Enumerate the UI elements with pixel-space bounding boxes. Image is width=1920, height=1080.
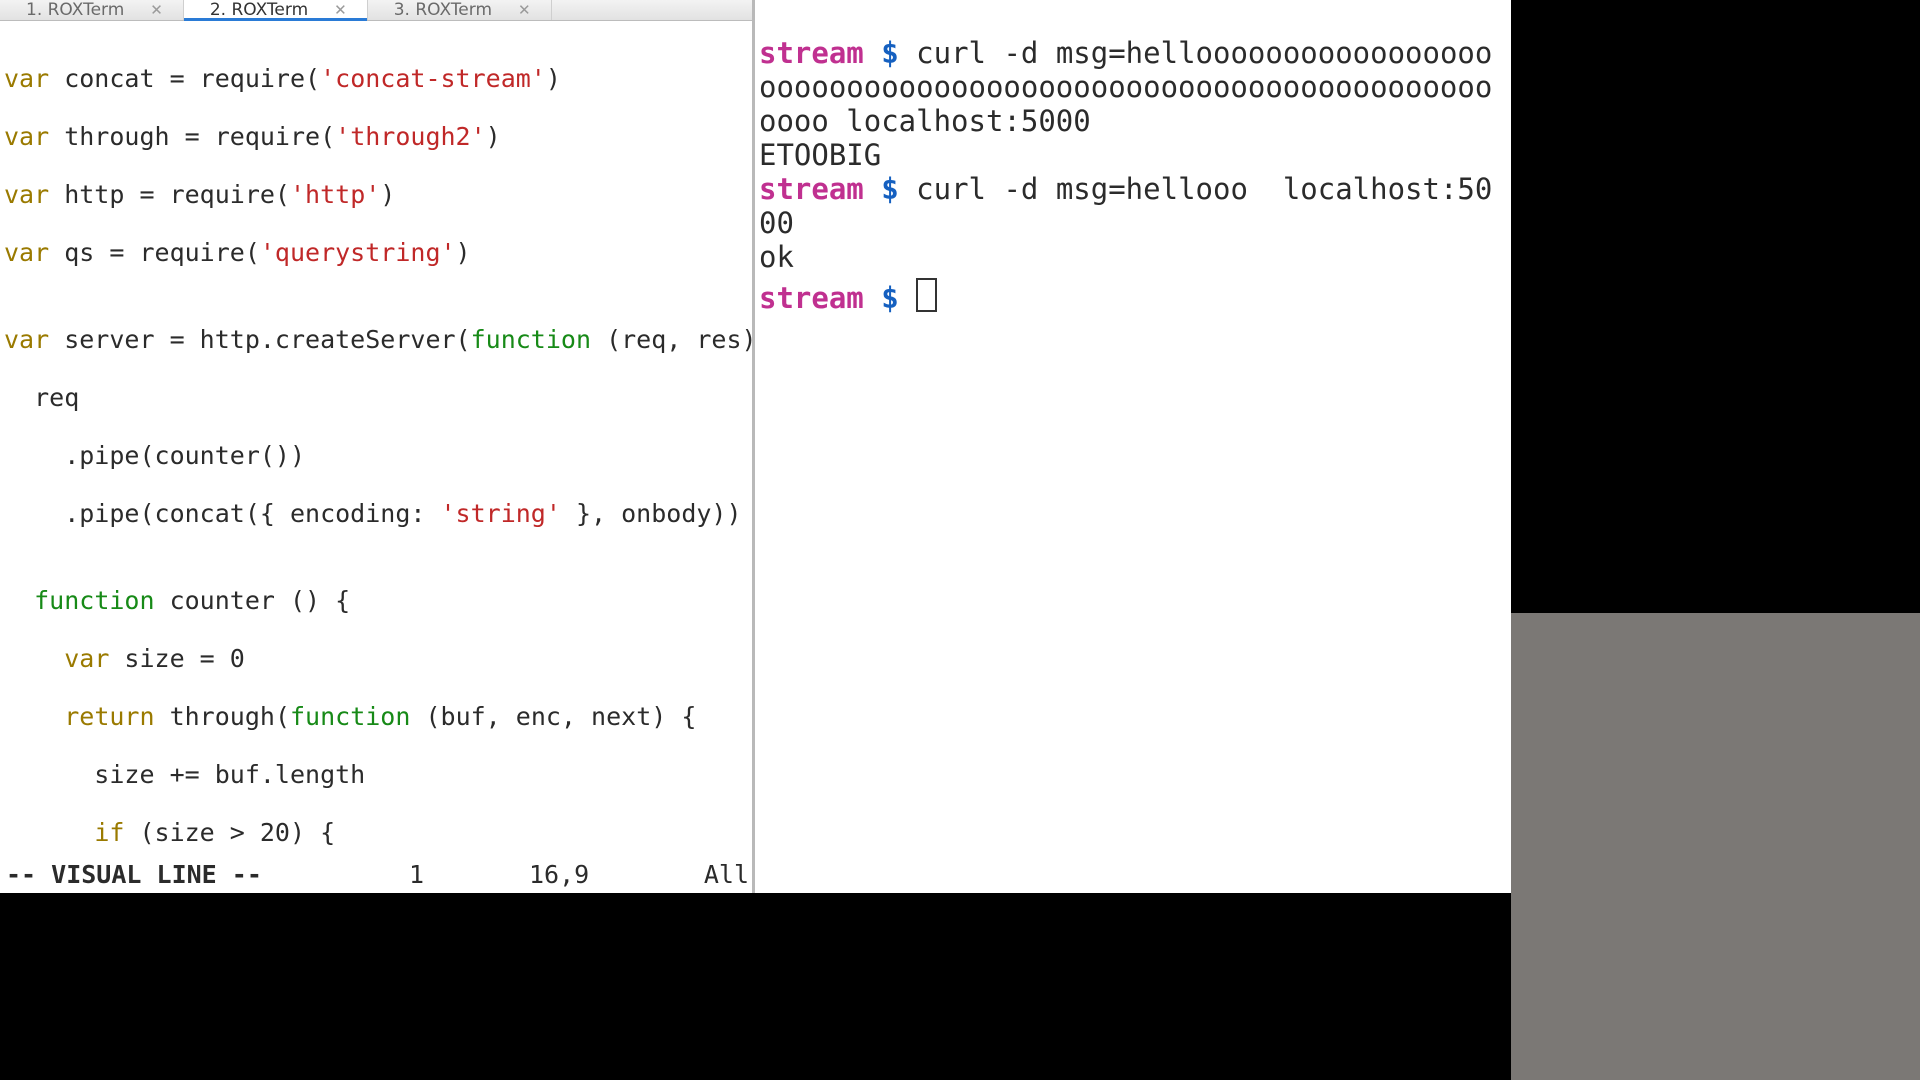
- tab-label: 3. ROXTerm: [394, 0, 492, 20]
- prompt-symbol: $: [881, 281, 898, 315]
- vim-cursor-pos: 16,9: [529, 859, 689, 891]
- tab-roxterm-3[interactable]: 3. ROXTerm ✕: [368, 0, 552, 20]
- prompt-host: stream: [759, 172, 864, 206]
- tab-label: 2. ROXTerm: [210, 0, 308, 20]
- editor-pane: 1. ROXTerm ✕ 2. ROXTerm ✕ 3. ROXTerm ✕ v…: [0, 0, 755, 893]
- vim-mode: -- VISUAL LINE --: [6, 859, 262, 891]
- vim-status-line: -- VISUAL LINE -- 1 16,9 All: [0, 859, 755, 893]
- shell-output: ok: [759, 240, 794, 274]
- prompt-host: stream: [759, 36, 864, 70]
- shell-command: curl -d msg=hellooo localhost:5000: [759, 172, 1492, 240]
- terminal-pane[interactable]: stream $ curl -d msg=hellooooooooooooooo…: [755, 0, 1511, 893]
- tab-roxterm-2[interactable]: 2. ROXTerm ✕: [184, 0, 368, 20]
- close-icon[interactable]: ✕: [334, 3, 347, 18]
- prompt-symbol: $: [881, 36, 898, 70]
- webcam-overlay: [1511, 613, 1920, 1080]
- tab-roxterm-1[interactable]: 1. ROXTerm ✕: [0, 0, 184, 20]
- vim-scroll-pct: All: [689, 859, 749, 891]
- prompt-symbol: $: [881, 172, 898, 206]
- terminal-cursor: [916, 278, 937, 312]
- shell-output: ETOOBIG: [759, 138, 881, 172]
- prompt-host: stream: [759, 281, 864, 315]
- tab-bar: 1. ROXTerm ✕ 2. ROXTerm ✕ 3. ROXTerm ✕: [0, 0, 755, 21]
- vim-buffer[interactable]: var concat = require('concat-stream') va…: [0, 21, 755, 859]
- close-icon[interactable]: ✕: [150, 3, 163, 18]
- tab-label: 1. ROXTerm: [26, 0, 124, 20]
- kw-var: var: [4, 64, 49, 93]
- close-icon[interactable]: ✕: [518, 3, 531, 18]
- vim-buffer-no: 1: [409, 859, 529, 891]
- shell-command: curl -d msg=helloooooooooooooooooooooooo…: [759, 36, 1492, 138]
